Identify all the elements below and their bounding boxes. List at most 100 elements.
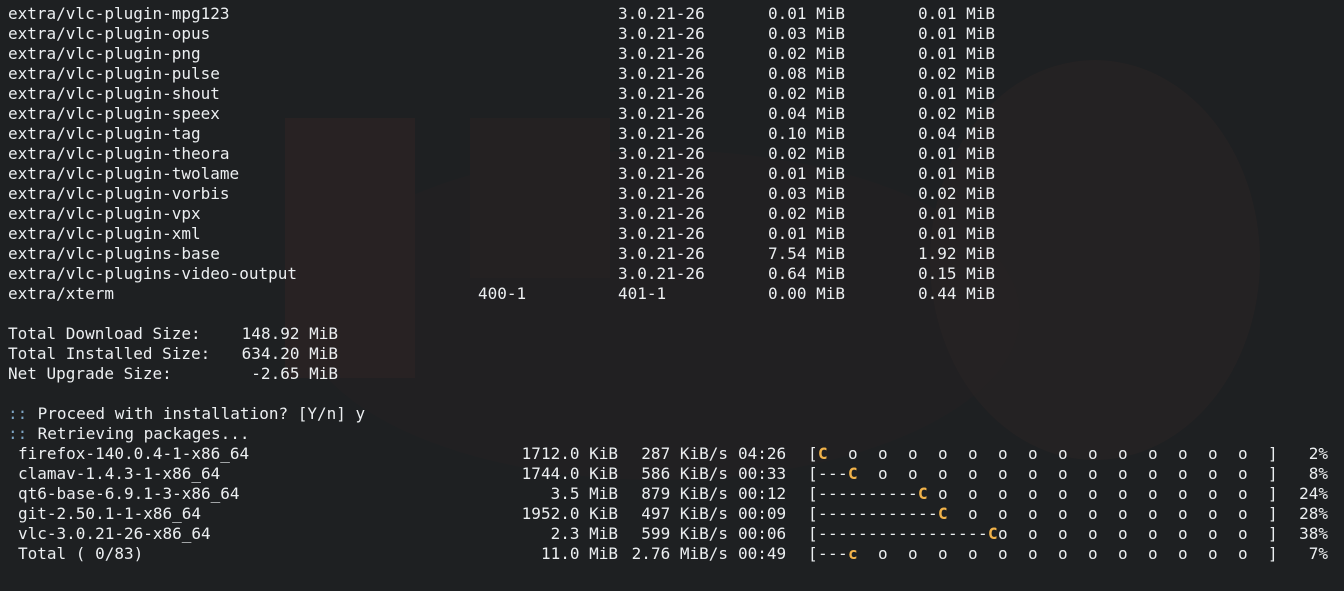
bar-glyph [1108,444,1118,463]
proceed-prompt[interactable]: :: Proceed with installation? [Y/n] y [0,404,365,424]
bar-glyph [888,444,898,463]
package-name: extra/vlc-plugin-vpx [8,204,201,223]
pellet-glyph: o [1118,544,1128,563]
bar-glyph [1128,464,1138,483]
download-speed: 287 KiB/s [641,444,728,463]
package-new-version: 3.0.21-26 [618,84,705,103]
bar-glyph [928,464,938,483]
pellet-glyph: o [1178,524,1188,543]
download-row: clamav-1.4.3-1-x86_64 1744.0 KiB 586 KiB… [0,464,1328,484]
pellet-glyph: o [1178,464,1188,483]
trail-glyph: - [918,524,928,543]
download-size: 1712.0 KiB [521,444,618,463]
package-row: extra/vlc-plugin-twolame 3.0.21-26 0.01 … [0,164,995,184]
download-row: git-2.50.1-1-x86_64 1952.0 KiB 497 KiB/s… [0,504,1328,524]
bar-glyph [1068,544,1078,563]
trail-glyph: - [888,484,898,503]
bar-glyph [1038,484,1048,503]
pellet-glyph: o [1238,464,1248,483]
pellet-glyph: o [1118,484,1128,503]
pellet-glyph: o [938,484,948,503]
package-new-version: 3.0.21-26 [618,204,705,223]
trail-glyph: - [818,524,828,543]
bar-glyph: ] [1268,544,1278,563]
package-name: extra/vlc-plugin-xml [8,224,201,243]
bar-glyph [1048,464,1058,483]
bar-glyph [1158,464,1168,483]
bar-glyph [1198,484,1208,503]
pellet-glyph: o [878,444,888,463]
bar-glyph [1198,464,1208,483]
trail-glyph: - [828,504,838,523]
trail-glyph: - [858,524,868,543]
trail-glyph: - [838,504,848,523]
total-label: Total Download Size: [8,324,201,343]
package-net-change: 0.10 MiB [768,124,846,143]
package-download-size: 0.04 MiB [918,124,996,143]
bar-glyph [1108,524,1118,543]
package-new-version: 3.0.21-26 [618,184,705,203]
bar-glyph [1258,524,1268,543]
bar-glyph [1008,544,1018,563]
pellet-glyph: o [998,504,1008,523]
bar-glyph [898,464,908,483]
bar-glyph [828,444,838,463]
bar-glyph [1078,444,1088,463]
pellet-glyph: o [1208,544,1218,563]
bar-glyph [1198,524,1208,543]
download-row: vlc-3.0.21-26-x86_64 2.3 MiB 599 KiB/s 0… [0,524,1328,544]
package-name: extra/vlc-plugin-opus [8,24,211,43]
download-row: firefox-140.0.4-1-x86_64 1712.0 KiB 287 … [0,444,1328,464]
bar-glyph [1218,444,1228,463]
bar-glyph [1098,524,1108,543]
package-row: extra/vlc-plugin-vpx 3.0.21-26 0.02 MiB … [0,204,995,224]
trail-glyph: - [948,524,958,543]
trail-glyph: - [958,524,968,543]
package-net-change: 7.54 MiB [768,244,846,263]
bar-glyph [1018,484,1028,503]
pellet-glyph: o [968,464,978,483]
bar-glyph [918,464,928,483]
download-row: qt6-base-6.9.1-3-x86_64 3.5 MiB 879 KiB/… [0,484,1328,504]
prompt-text: Proceed with installation? [Y/n] y [28,404,366,423]
package-new-version: 3.0.21-26 [618,104,705,123]
bar-glyph [1188,524,1198,543]
package-new-version: 3.0.21-26 [618,44,705,63]
bar-glyph [1048,544,1058,563]
bar-glyph [1138,464,1148,483]
pellet-glyph: o [1118,504,1128,523]
bar-glyph [1218,484,1228,503]
pellet-glyph: o [1238,524,1248,543]
bar-glyph [1068,464,1078,483]
terminal-window[interactable]: extra/vlc-plugin-mpg123 3.0.21-26 0.01 M… [0,0,1344,591]
package-old-version: 400-1 [478,284,527,303]
trail-glyph: - [828,464,838,483]
bar-glyph [1248,444,1258,463]
download-speed: 497 KiB/s [641,504,728,523]
bar-glyph [1048,524,1058,543]
package-download-size: 1.92 MiB [918,244,996,263]
bar-glyph [948,464,958,483]
bar-glyph [1138,524,1148,543]
trail-glyph: - [838,464,848,483]
package-name: extra/vlc-plugin-vorbis [8,184,230,203]
pellet-glyph: o [998,544,1008,563]
bar-glyph [1258,464,1268,483]
pellet-glyph: o [1238,504,1248,523]
bar-glyph [1228,464,1238,483]
bar-glyph [898,444,908,463]
bar-glyph [858,444,868,463]
bar-glyph [1078,504,1088,523]
bar-glyph [1078,524,1088,543]
bar-glyph [1018,524,1028,543]
pellet-glyph: o [1208,444,1218,463]
bar-glyph [988,464,998,483]
bar-glyph [1048,444,1058,463]
bar-glyph [868,444,878,463]
pellet-glyph: o [1088,484,1098,503]
pacman-glyph: C [988,524,998,543]
bar-glyph [1108,544,1118,563]
download-eta: 00:33 [738,464,787,483]
package-net-change: 0.03 MiB [768,184,846,203]
trail-glyph: - [828,544,838,563]
